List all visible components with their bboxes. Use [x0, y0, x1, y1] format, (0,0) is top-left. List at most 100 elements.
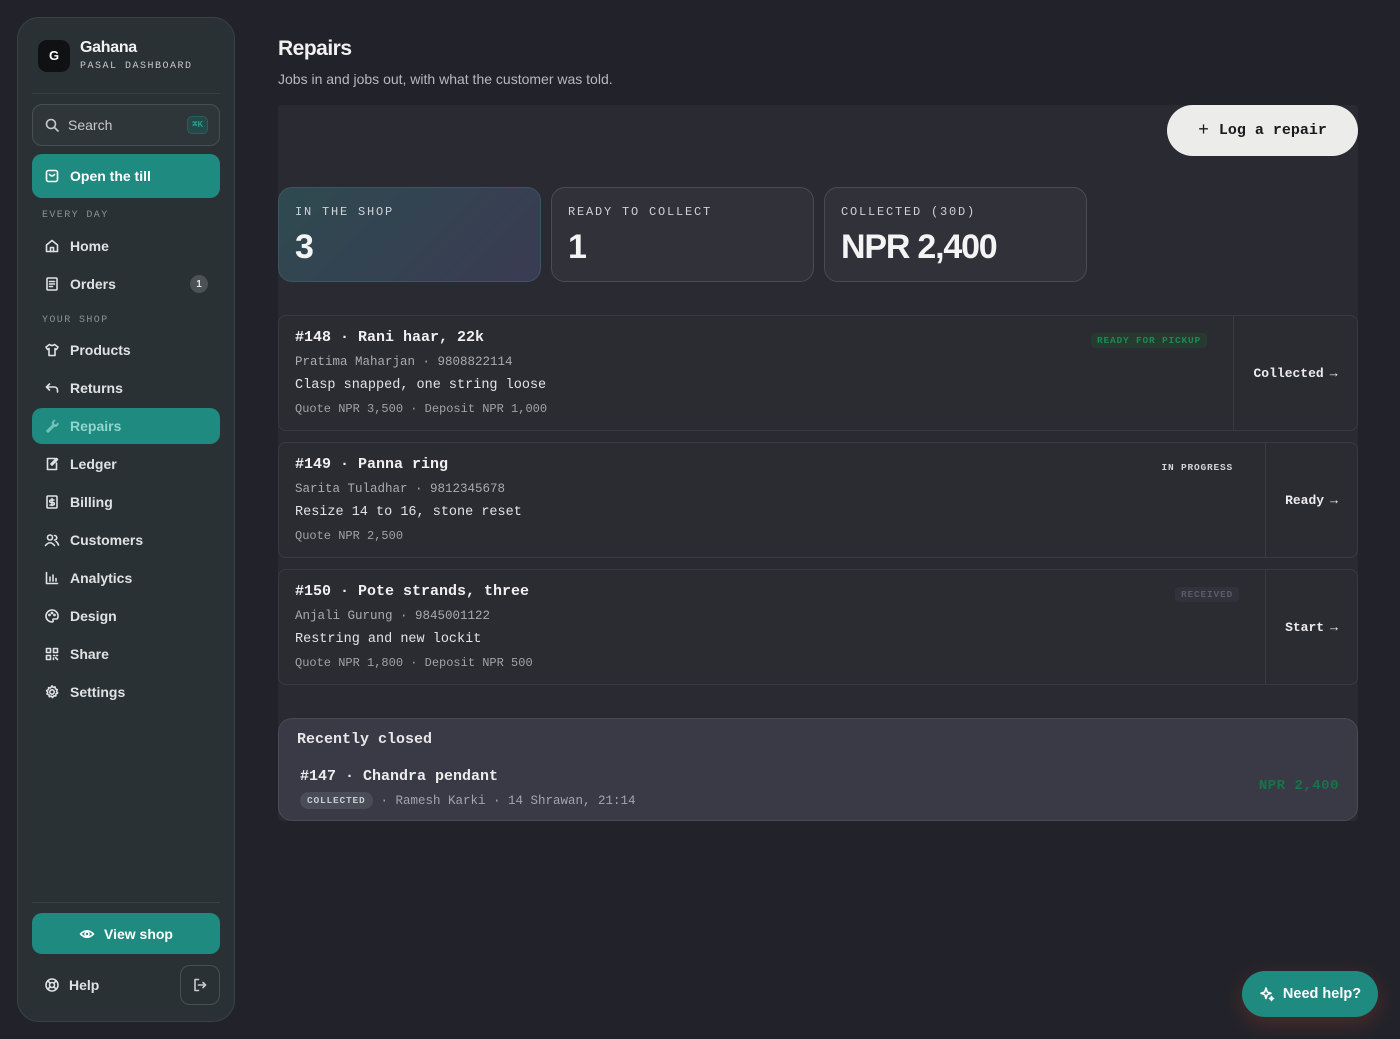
brand[interactable]: G Gahana PASAL DASHBOARD [32, 18, 220, 94]
search-placeholder: Search [68, 117, 113, 133]
job-customer: Pratima Maharjan · 9808822114 [295, 355, 513, 369]
return-arrow-icon [44, 380, 60, 396]
jobs-list: #148 · Rani haar, 22k Pratima Maharjan ·… [278, 315, 1358, 696]
sidebar-item-orders[interactable]: Orders 1 [32, 266, 220, 302]
open-till-button[interactable]: Open the till [32, 154, 220, 198]
job-action-label: Collected [1253, 365, 1324, 381]
sidebar-item-products[interactable]: Products [32, 332, 220, 368]
stat-value: 3 [295, 228, 314, 266]
job-description: Clasp snapped, one string loose [295, 378, 547, 393]
arrow-right-icon: → [1330, 492, 1338, 508]
home-icon [44, 238, 60, 254]
sidebar-item-label: Orders [70, 276, 116, 292]
stat-label: COLLECTED (30D) [841, 205, 977, 219]
status-badge: COLLECTED [300, 792, 373, 809]
job-action-button[interactable]: Start → [1265, 570, 1357, 684]
view-shop-button[interactable]: View shop [32, 913, 220, 954]
wrench-icon [44, 418, 60, 434]
search-icon [44, 117, 60, 133]
sidebar-item-repairs[interactable]: Repairs [32, 408, 220, 444]
logout-button[interactable] [180, 965, 220, 1005]
logout-icon [192, 977, 208, 993]
sidebar-item-label: Home [70, 238, 109, 254]
sidebar-item-ledger[interactable]: Ledger [32, 446, 220, 482]
users-icon [44, 532, 60, 548]
sidebar-item-label: Repairs [70, 418, 122, 434]
sidebar-item-label: Ledger [70, 456, 117, 472]
job-customer: Anjali Gurung · 9845001122 [295, 609, 491, 623]
list-item[interactable]: #147 · Chandra pendant COLLECTED · Rames… [297, 768, 1339, 809]
view-shop-label: View shop [104, 925, 173, 942]
sidebar-divider [32, 902, 220, 903]
sidebar-item-analytics[interactable]: Analytics [32, 560, 220, 596]
job-action-button[interactable]: Collected → [1233, 316, 1357, 430]
job-title: #150 · Pote strands, three [295, 583, 530, 600]
job-card[interactable]: #150 · Pote strands, three Anjali Gurung… [278, 569, 1358, 685]
invoice-icon [44, 494, 60, 510]
stat-card-in-shop: IN THE SHOP 3 [278, 187, 541, 282]
stat-value: NPR 2,400 [841, 228, 998, 266]
job-quote: Quote NPR 3,500 · Deposit NPR 1,000 [295, 402, 548, 416]
log-repair-button[interactable]: + Log a repair [1167, 105, 1358, 156]
sidebar-item-label: Returns [70, 380, 123, 396]
help-label: Help [69, 977, 100, 993]
register-icon [44, 168, 60, 184]
sidebar-item-returns[interactable]: Returns [32, 370, 220, 406]
sidebar-item-share[interactable]: Share [32, 636, 220, 672]
sidebar-item-billing[interactable]: Billing [32, 484, 220, 520]
status-badge: READY FOR PICKUP [1090, 333, 1207, 348]
recently-closed-title: Recently closed [297, 731, 433, 748]
ledger-edit-icon [44, 456, 60, 472]
job-quote: Quote NPR 1,800 · Deposit NPR 500 [295, 656, 533, 670]
plus-icon: + [1198, 120, 1209, 141]
sidebar-item-label: Settings [70, 684, 126, 700]
job-action-label: Start [1285, 619, 1325, 635]
sidebar-item-home[interactable]: Home [32, 228, 220, 264]
sidebar-item-label: Analytics [70, 570, 133, 586]
need-help-label: Need help? [1282, 986, 1362, 1002]
orders-count-badge: 1 [190, 275, 208, 293]
stats-row: IN THE SHOP 3 READY TO COLLECT 1 COLLECT… [278, 187, 1087, 282]
job-card[interactable]: #148 · Rani haar, 22k Pratima Maharjan ·… [278, 315, 1358, 431]
stat-card-collected: COLLECTED (30D) NPR 2,400 [824, 187, 1087, 282]
recent-item-title: #147 · Chandra pendant [300, 768, 499, 785]
repairs-panel: + Log a repair IN THE SHOP 3 READY TO CO… [278, 105, 1358, 821]
recent-item-meta: · Ramesh Karki · 14 Shrawan, 21:14 [380, 793, 636, 808]
sidebar-item-label: Design [70, 608, 117, 624]
section-label-every-day: EVERY DAY [42, 210, 109, 221]
palette-icon [44, 608, 60, 624]
lifebuoy-icon [44, 977, 60, 993]
sidebar-item-customers[interactable]: Customers [32, 522, 220, 558]
brand-name: Gahana [80, 39, 137, 56]
job-description: Restring and new lockit [295, 632, 482, 647]
job-title: #148 · Rani haar, 22k [295, 329, 485, 346]
job-customer: Sarita Tuladhar · 9812345678 [295, 482, 506, 496]
sparkle-icon [1259, 986, 1275, 1002]
receipt-icon [44, 276, 60, 292]
sidebar-item-label: Products [70, 342, 131, 358]
status-badge: RECEIVED [1174, 587, 1239, 602]
page-title: Repairs [278, 37, 352, 60]
job-action-button[interactable]: Ready → [1265, 443, 1357, 557]
help-link[interactable]: Help [44, 977, 99, 993]
job-quote: Quote NPR 2,500 [295, 529, 404, 543]
recently-closed: Recently closed #147 · Chandra pendant C… [278, 718, 1358, 821]
need-help-button[interactable]: Need help? [1242, 971, 1378, 1017]
stat-label: READY TO COLLECT [568, 205, 713, 219]
qr-code-icon [44, 646, 60, 662]
search-input[interactable]: Search ⌘K [32, 104, 220, 146]
recent-item-amount: NPR 2,400 [1258, 778, 1339, 794]
page-subtitle: Jobs in and jobs out, with what the cust… [278, 71, 613, 87]
sidebar-item-settings[interactable]: Settings [32, 674, 220, 710]
bar-chart-icon [44, 570, 60, 586]
log-repair-label: Log a repair [1218, 122, 1327, 139]
arrow-right-icon: → [1329, 365, 1338, 381]
section-label-your-shop: YOUR SHOP [42, 315, 109, 326]
eye-icon [79, 926, 95, 942]
stat-label: IN THE SHOP [295, 205, 395, 219]
gear-icon [44, 684, 60, 700]
sidebar-item-design[interactable]: Design [32, 598, 220, 634]
job-card[interactable]: #149 · Panna ring Sarita Tuladhar · 9812… [278, 442, 1358, 558]
brand-logo: G [38, 39, 70, 72]
sidebar-item-label: Customers [70, 532, 144, 548]
